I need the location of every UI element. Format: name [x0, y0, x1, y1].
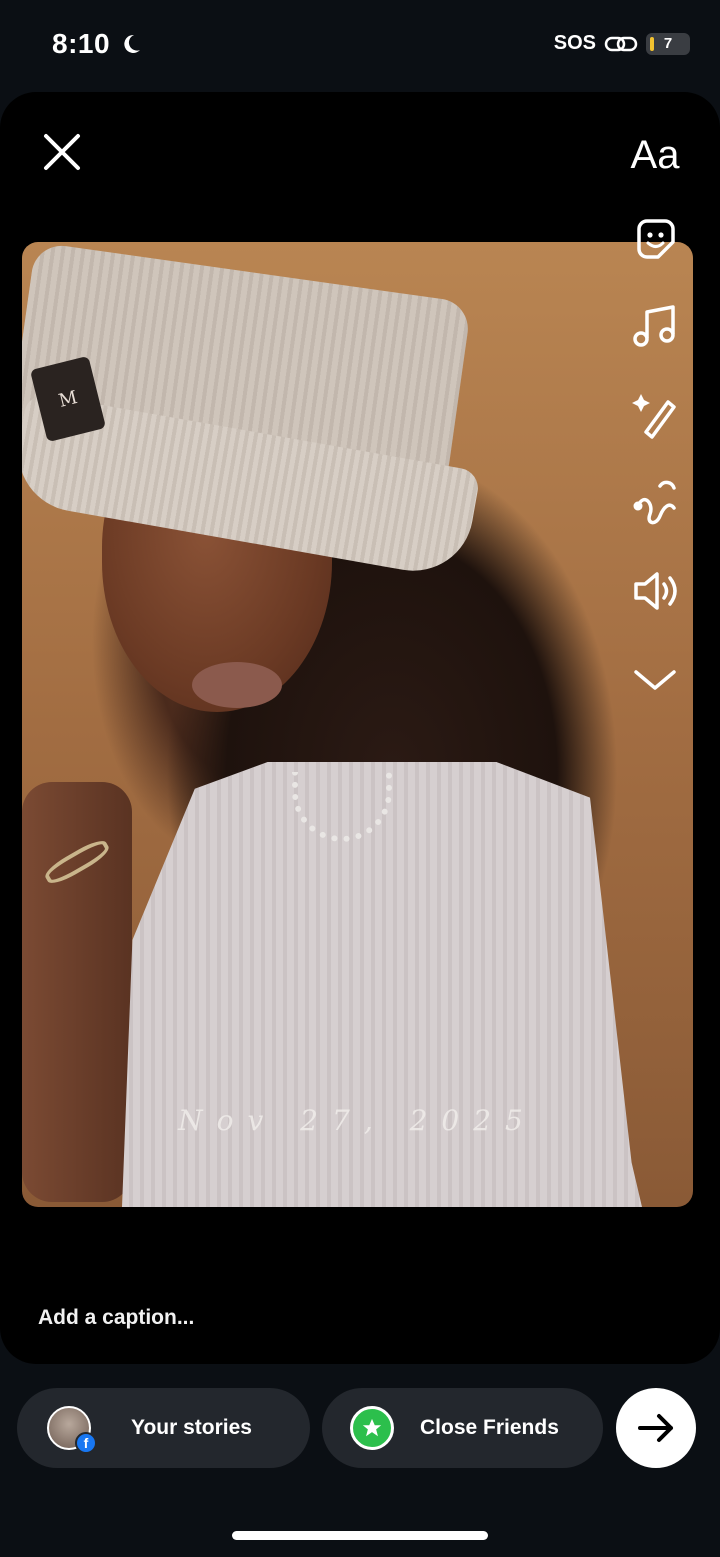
close-friends-button[interactable]: Close Friends — [322, 1388, 603, 1468]
home-indicator[interactable] — [232, 1531, 488, 1540]
text-icon[interactable]: Aa — [628, 128, 682, 182]
photo-top — [122, 762, 642, 1207]
link-icon — [604, 36, 638, 51]
close-friends-label: Close Friends — [420, 1416, 559, 1439]
battery-level-text: 7 — [663, 35, 673, 52]
date-stamp[interactable]: Nov 27, 2025 — [22, 1104, 693, 1137]
caption-input[interactable]: Add a caption... — [38, 1306, 194, 1330]
story-photo[interactable]: M Nov 27, 2025 — [22, 242, 693, 1207]
your-stories-button[interactable]: f Your stories — [17, 1388, 310, 1468]
battery-level-bar — [650, 36, 654, 51]
status-time: 8:10 — [52, 28, 111, 59]
status-bar: 8:10 SOS 7 — [0, 0, 720, 92]
send-button[interactable] — [616, 1388, 696, 1468]
draw-icon[interactable] — [628, 476, 682, 530]
sound-icon[interactable] — [628, 564, 682, 618]
sticker-icon[interactable] — [628, 212, 682, 266]
music-icon[interactable] — [628, 300, 682, 354]
your-stories-label: Your stories — [131, 1416, 252, 1439]
arrow-right-icon — [638, 1414, 673, 1442]
moon-icon — [124, 34, 140, 53]
facebook-icon: f — [75, 1432, 97, 1454]
photo-lips — [192, 662, 282, 708]
close-icon[interactable] — [40, 130, 84, 174]
effects-icon[interactable] — [628, 388, 682, 442]
sos-label: SOS — [553, 32, 596, 54]
star-icon — [350, 1406, 394, 1450]
status-indicators: SOS 7 — [554, 32, 690, 55]
battery-indicator: 7 — [646, 32, 690, 55]
chevron-down-icon[interactable] — [628, 652, 682, 706]
share-bar: f Your stories Close Friends — [0, 1364, 720, 1557]
